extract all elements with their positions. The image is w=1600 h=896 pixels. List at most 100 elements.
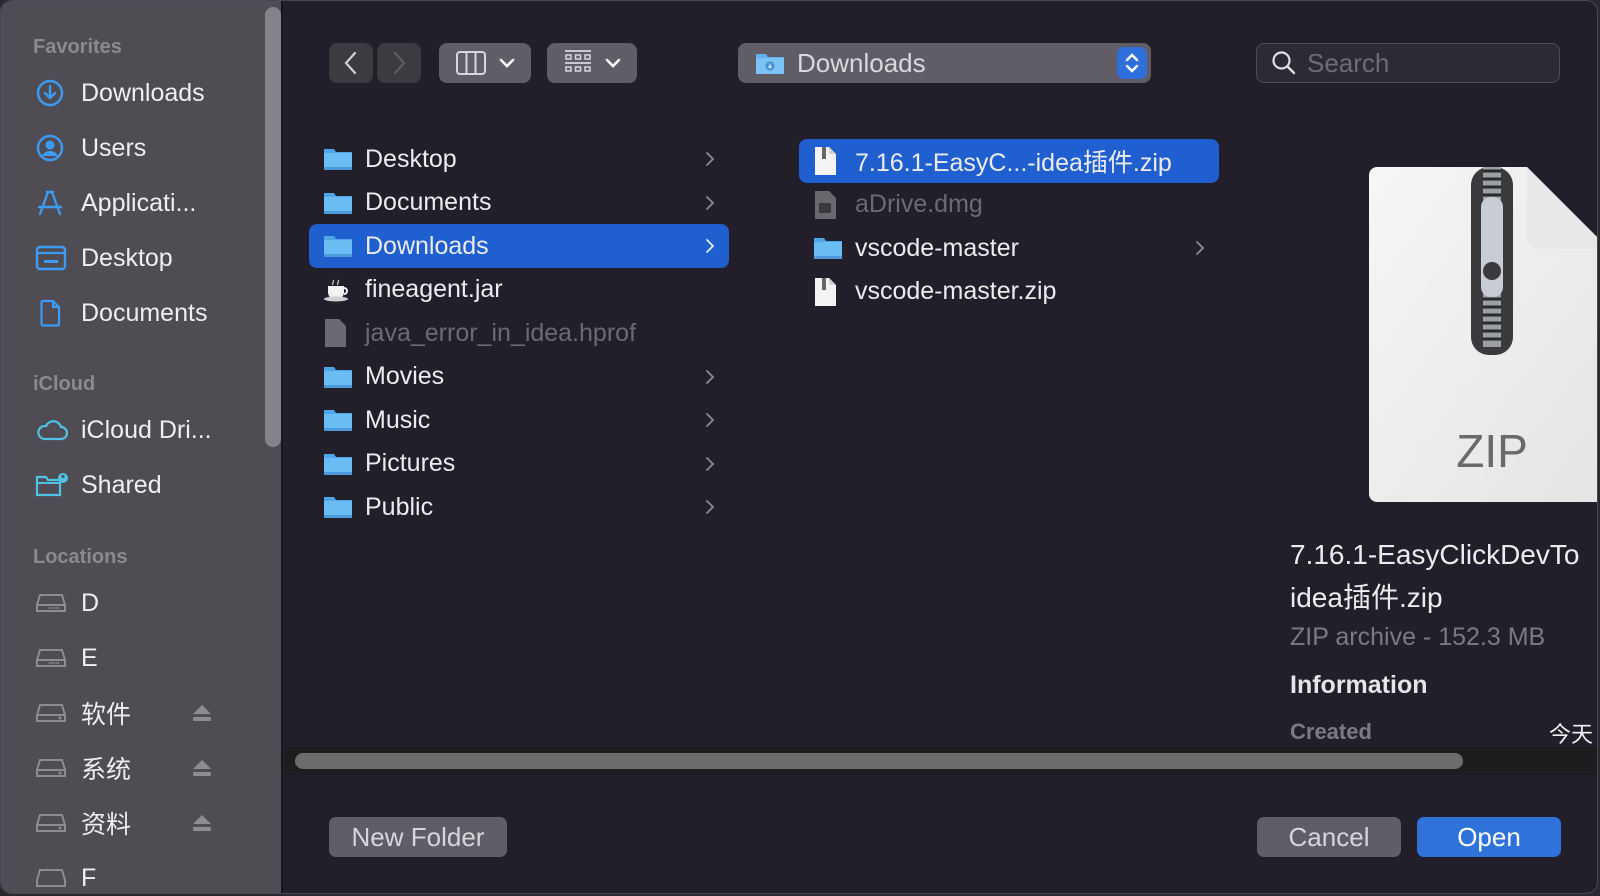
section-favorites: Favorites [33, 36, 122, 58]
zip-label: ZIP [1456, 425, 1528, 477]
file-name: Desktop [365, 144, 457, 173]
file-row[interactable]: vscode-master [799, 226, 1219, 270]
eject-icon[interactable] [191, 758, 213, 778]
location-label: Downloads [797, 47, 926, 78]
file-name: fineagent.jar [365, 275, 503, 303]
sidebar-item-applications[interactable]: Applicati... [35, 183, 261, 223]
zip-icon [813, 147, 843, 175]
chevron-right-icon [705, 150, 715, 168]
preview-info-heading: Information [1290, 671, 1428, 699]
eject-icon[interactable] [191, 703, 213, 723]
up-down-chevron-icon [1125, 53, 1139, 73]
open-button[interactable]: Open [1417, 817, 1561, 857]
forward-button[interactable] [377, 43, 421, 83]
file-name: vscode-master [855, 233, 1019, 262]
sidebar-item-label: Documents [81, 298, 208, 327]
location-stepper[interactable] [1117, 47, 1147, 79]
created-value: 今天 [1549, 722, 1594, 747]
folder-icon [323, 363, 353, 391]
dmg-icon [813, 190, 843, 219]
file-name: Music [365, 405, 431, 434]
user-circle-icon [35, 133, 69, 163]
chevron-right-icon [705, 237, 715, 255]
horizontal-scrollbar[interactable] [295, 753, 1463, 769]
file-icon [323, 319, 353, 347]
chevron-right-icon [705, 411, 715, 429]
preview-kind-size: ZIP archive - 152.3 MB [1290, 623, 1546, 651]
sidebar-item-drive-data[interactable]: 资料 [35, 803, 261, 843]
file-row[interactable]: Downloads [309, 224, 729, 268]
section-locations: Locations [33, 546, 128, 568]
preview-filename-line2: idea插件.zip [1290, 582, 1443, 613]
file-name: Movies [365, 362, 445, 390]
sidebar-item-label: 系统 [81, 756, 132, 784]
sidebar-item-label: 软件 [81, 701, 132, 729]
file-row[interactable]: Public [309, 485, 729, 529]
sidebar-item-drive-system[interactable]: 系统 [35, 748, 261, 788]
eject-icon[interactable] [191, 813, 213, 833]
folder-icon [813, 234, 843, 262]
preview-filename-line1: 7.16.1-EasyClickDevTo [1290, 539, 1580, 570]
file-row[interactable]: Desktop [309, 137, 729, 181]
search-input[interactable] [1307, 47, 1537, 79]
drive-icon [35, 588, 69, 618]
preview-filename: 7.16.1-EasyClickDevTo idea插件.zip [1290, 533, 1579, 619]
file-row[interactable]: Pictures [309, 442, 729, 486]
sidebar-item-shared[interactable]: Shared [35, 465, 261, 505]
sidebar-item-users[interactable]: Users [35, 128, 261, 168]
chevron-right-icon [705, 455, 715, 473]
sidebar-item-label: E [81, 643, 98, 672]
folder-icon [323, 406, 353, 434]
sidebar-item-label: F [81, 863, 97, 892]
section-icloud: iCloud [33, 373, 96, 395]
sidebar-item-documents[interactable]: Documents [35, 293, 261, 333]
columns-view-icon [456, 51, 486, 75]
sidebar-item-label: 资料 [81, 811, 132, 839]
sidebar-item-label: Users [81, 133, 147, 162]
file-row: java_error_in_idea.hprof [309, 311, 729, 355]
created-label: Created [1290, 719, 1372, 744]
external-drive-icon [35, 753, 69, 783]
sidebar-scrollbar[interactable] [265, 7, 281, 447]
chevron-right-icon [705, 368, 715, 386]
file-row[interactable]: 7.16.1-EasyC...-idea插件.zip [799, 139, 1219, 183]
file-name: Downloads [365, 231, 489, 260]
sidebar-item-drive-e[interactable]: E [35, 638, 261, 678]
sidebar-item-label: iCloud Dri... [81, 415, 212, 444]
external-drive-icon [35, 698, 69, 728]
drive-icon [35, 643, 69, 673]
folder-icon [323, 450, 353, 478]
search-field[interactable] [1256, 43, 1560, 83]
external-drive-icon [35, 808, 69, 838]
group-button[interactable] [547, 43, 637, 83]
location-popup[interactable]: Downloads [738, 43, 1151, 83]
sidebar-item-downloads[interactable]: Downloads [35, 73, 261, 113]
new-folder-button[interactable]: New Folder [329, 817, 507, 857]
sidebar-item-drive-f[interactable]: F [35, 858, 261, 893]
file-row[interactable]: Movies [309, 355, 729, 399]
file-row[interactable]: Documents [309, 181, 729, 225]
drive-icon [35, 863, 69, 893]
folder-icon [323, 232, 353, 260]
grid-group-icon [565, 50, 591, 72]
chevron-right-icon [705, 194, 715, 212]
zip-archive-preview-icon: ZIP [1369, 167, 1597, 502]
back-button[interactable] [329, 43, 373, 83]
chevron-down-icon [605, 58, 621, 68]
applications-icon [35, 188, 69, 218]
file-row[interactable]: Music [309, 398, 729, 442]
sidebar-item-icloud-drive[interactable]: iCloud Dri... [35, 410, 261, 450]
sidebar-item-desktop[interactable]: Desktop [35, 238, 261, 278]
file-row[interactable]: fineagent.jar [309, 268, 729, 312]
file-name: java_error_in_idea.hprof [365, 318, 637, 347]
sidebar-item-drive-software[interactable]: 软件 [35, 693, 261, 733]
cancel-button[interactable]: Cancel [1257, 817, 1401, 857]
sidebar-item-drive-d[interactable]: D [35, 583, 261, 623]
sidebar-item-label: Desktop [81, 243, 173, 272]
file-row[interactable]: vscode-master.zip [799, 270, 1219, 314]
view-mode-button[interactable] [439, 43, 531, 83]
shared-folder-icon [35, 470, 69, 500]
file-name: Pictures [365, 449, 456, 477]
file-name: Public [365, 492, 434, 521]
jar-icon [323, 276, 353, 304]
